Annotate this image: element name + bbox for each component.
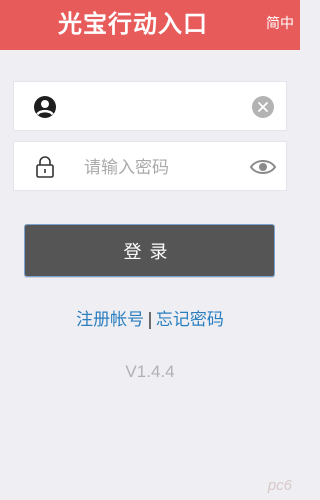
login-page: 光宝行动入口 简中 登录 注册帐号 | 忘记密码 V1.4.4 pc6 (0, 0, 300, 500)
password-input[interactable] (82, 151, 256, 185)
header-bar: 光宝行动入口 简中 (0, 0, 300, 50)
watermark: pc6 (267, 477, 292, 494)
password-field (13, 141, 287, 191)
username-input[interactable] (82, 91, 256, 125)
register-link[interactable]: 注册帐号 (76, 310, 144, 330)
app-title: 光宝行动入口 (58, 10, 208, 38)
link-separator: | (147, 310, 153, 330)
user-icon (32, 94, 58, 120)
eye-icon[interactable] (249, 158, 277, 176)
forgot-password-link[interactable]: 忘记密码 (156, 310, 224, 330)
language-toggle[interactable]: 简中 (266, 15, 294, 33)
username-field (13, 81, 287, 131)
account-links: 注册帐号 | 忘记密码 (0, 308, 300, 332)
version-label: V1.4.4 (125, 362, 175, 381)
lock-icon (32, 154, 58, 180)
login-button[interactable]: 登录 (24, 224, 275, 277)
clear-icon[interactable] (252, 96, 274, 118)
